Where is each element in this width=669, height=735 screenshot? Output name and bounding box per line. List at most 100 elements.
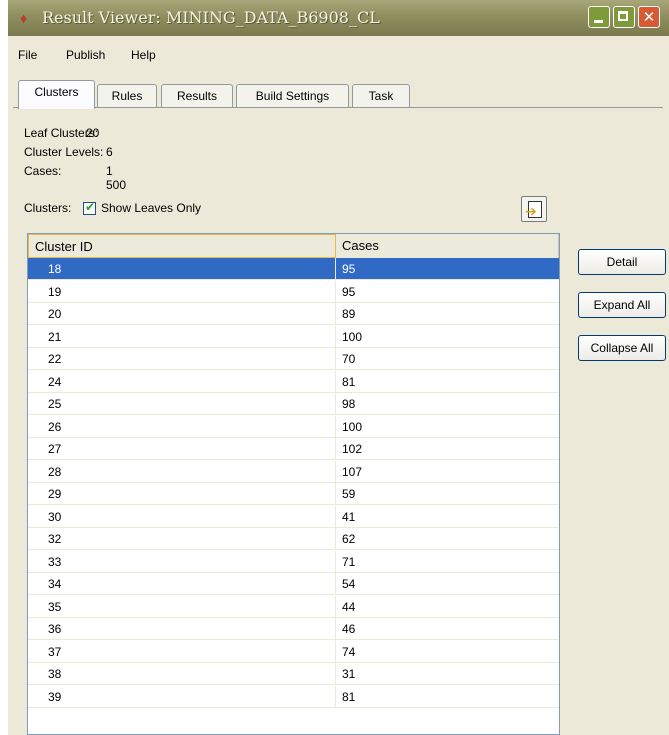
cluster-id-cell: 26 — [28, 415, 336, 438]
tab-clusters[interactable]: Clusters — [18, 80, 95, 109]
table-row[interactable]: 30 41 — [28, 505, 559, 528]
cases-cell: 54 — [336, 573, 559, 595]
clusters-filter-label: Clusters: — [24, 201, 72, 215]
cluster-id-cell: 24 — [28, 370, 336, 393]
cluster-id-cell: 29 — [28, 483, 336, 505]
cases-cell: 41 — [336, 506, 559, 528]
table-row[interactable]: 29 59 — [28, 483, 559, 505]
cases-cell: 31 — [336, 663, 559, 685]
cluster-id-cell: 19 — [28, 280, 336, 303]
cases-cell: 74 — [336, 641, 559, 663]
leaf-clusters-info: Leaf Clusters: 20 — [24, 126, 100, 140]
expand-all-button[interactable]: Expand All — [578, 292, 666, 318]
tab-panel-border — [13, 107, 663, 108]
table-header: Cluster ID Cases — [28, 234, 559, 258]
tab-strip: Clusters Rules Results Build Settings Ta… — [8, 80, 669, 109]
cases-cell: 70 — [336, 348, 559, 370]
column-header-cases[interactable]: Cases — [336, 234, 559, 258]
cluster-id-cell: 18 — [28, 258, 336, 280]
table-row[interactable]: 39 81 — [28, 685, 559, 708]
cases-cell: 100 — [336, 326, 559, 348]
cases-cell: 100 — [336, 416, 559, 438]
menu-publish[interactable]: Publish — [66, 44, 105, 66]
title-bar[interactable]: ♦ Result Viewer: MINING_DATA_B6908_CL ✕ — [8, 0, 669, 36]
cluster-id-cell: 37 — [28, 640, 336, 663]
menu-help[interactable]: Help — [131, 44, 156, 66]
cases-cell: 81 — [336, 371, 559, 393]
cluster-id-cell: 22 — [28, 348, 336, 370]
table-row[interactable]: 37 74 — [28, 640, 559, 663]
cases-value: 1 500 — [106, 164, 127, 192]
cluster-id-cell: 25 — [28, 393, 336, 415]
cluster-id-cell: 38 — [28, 663, 336, 685]
close-icon: ✕ — [642, 8, 656, 26]
cases-cell: 89 — [336, 303, 559, 325]
table-row[interactable]: 24 81 — [28, 370, 559, 393]
table-row[interactable]: 21 100 — [28, 325, 559, 348]
table-row[interactable]: 35 44 — [28, 595, 559, 618]
close-button[interactable]: ✕ — [638, 6, 660, 28]
cluster-id-cell: 27 — [28, 438, 336, 460]
export-arrow-icon: ➔ — [525, 204, 537, 220]
checkmark-icon: ✔ — [85, 200, 96, 214]
tab-build-settings[interactable]: Build Settings — [236, 84, 349, 108]
cluster-levels-label: Cluster Levels: — [24, 145, 104, 159]
table-row[interactable]: 18 95 — [28, 258, 559, 280]
cluster-levels-value: 6 — [106, 145, 113, 159]
tab-results[interactable]: Results — [161, 84, 233, 108]
show-leaves-only-label[interactable]: Show Leaves Only — [101, 201, 201, 215]
cases-cell: 98 — [336, 393, 559, 415]
table-row[interactable]: 33 71 — [28, 550, 559, 573]
cluster-id-cell: 39 — [28, 685, 336, 708]
cluster-id-cell: 30 — [28, 505, 336, 528]
tab-task[interactable]: Task — [352, 84, 410, 108]
cases-cell: 46 — [336, 618, 559, 640]
cluster-id-cell: 36 — [28, 618, 336, 640]
detail-button[interactable]: Detail — [578, 249, 666, 275]
cluster-id-cell: 34 — [28, 573, 336, 595]
cluster-id-cell: 20 — [28, 303, 336, 325]
menu-file[interactable]: File — [18, 44, 37, 66]
table-row[interactable]: 25 98 — [28, 393, 559, 415]
window-title: Result Viewer: MINING_DATA_B6908_CL — [42, 8, 380, 27]
table-row[interactable]: 36 46 — [28, 618, 559, 640]
cases-cell: 107 — [336, 461, 559, 483]
cases-cell: 71 — [336, 551, 559, 573]
table-row[interactable]: 34 54 — [28, 573, 559, 595]
cluster-id-cell: 33 — [28, 550, 336, 573]
tab-rules[interactable]: Rules — [97, 84, 157, 108]
cluster-id-cell: 21 — [28, 325, 336, 348]
collapse-all-button[interactable]: Collapse All — [578, 335, 666, 361]
clusters-filter: Clusters: ✔ Show Leaves Only — [24, 200, 201, 217]
table-row[interactable]: 20 89 — [28, 303, 559, 325]
cluster-id-cell: 35 — [28, 595, 336, 618]
leaf-clusters-value: 20 — [86, 126, 100, 140]
table-row[interactable]: 27 102 — [28, 438, 559, 460]
cases-info: Cases: 1 500 — [24, 164, 126, 192]
table-row[interactable]: 22 70 — [28, 348, 559, 370]
cluster-id-cell: 32 — [28, 528, 336, 550]
table-row[interactable]: 19 95 — [28, 280, 559, 303]
clusters-table[interactable]: Cluster ID Cases 18 95 19 95 20 89 21 100 22 70 24… — [27, 233, 560, 735]
table-row[interactable]: 32 62 — [28, 528, 559, 550]
cluster-levels-info: Cluster Levels: 6 — [24, 145, 113, 159]
table-row[interactable]: 26 100 — [28, 415, 559, 438]
menu-bar: File Publish Help — [8, 44, 669, 66]
cases-cell: 62 — [336, 528, 559, 550]
cases-cell: 59 — [336, 483, 559, 505]
cases-cell: 95 — [336, 281, 559, 303]
table-row[interactable]: 38 31 — [28, 663, 559, 685]
maximize-icon — [618, 11, 628, 21]
cluster-id-cell: 28 — [28, 460, 336, 483]
maximize-button[interactable] — [613, 6, 635, 28]
show-leaves-only-checkbox[interactable]: ✔ — [83, 200, 96, 215]
cases-cell: 102 — [336, 438, 559, 460]
result-viewer-window: ♦ Result Viewer: MINING_DATA_B6908_CL ✕ … — [8, 0, 669, 735]
cases-cell: 95 — [336, 258, 559, 280]
column-header-cluster-id[interactable]: Cluster ID — [28, 234, 336, 258]
export-button[interactable]: ➔ — [521, 196, 547, 222]
table-row[interactable]: 28 107 — [28, 460, 559, 483]
app-icon: ♦ — [20, 10, 28, 26]
minimize-button[interactable] — [588, 6, 610, 28]
cases-cell: 44 — [336, 596, 559, 618]
